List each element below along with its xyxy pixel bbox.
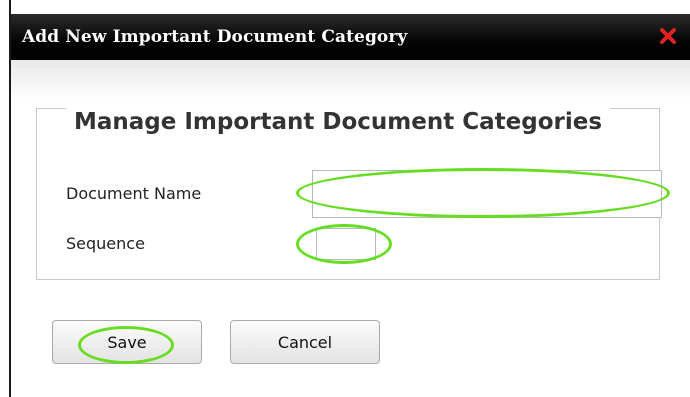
fieldset-legend: Manage Important Document Categories (66, 105, 611, 139)
save-button[interactable]: Save (52, 320, 202, 364)
document-name-label: Document Name (66, 184, 202, 203)
dialog-title: Add New Important Document Category (22, 27, 408, 47)
document-name-input[interactable] (312, 170, 662, 218)
dialog-toolbar-strip (11, 60, 690, 100)
add-category-dialog: Add New Important Document Category Mana… (0, 0, 690, 397)
sequence-label: Sequence (66, 234, 145, 253)
sequence-input[interactable] (316, 228, 376, 260)
close-icon[interactable] (656, 24, 680, 48)
cancel-button[interactable]: Cancel (230, 320, 380, 364)
